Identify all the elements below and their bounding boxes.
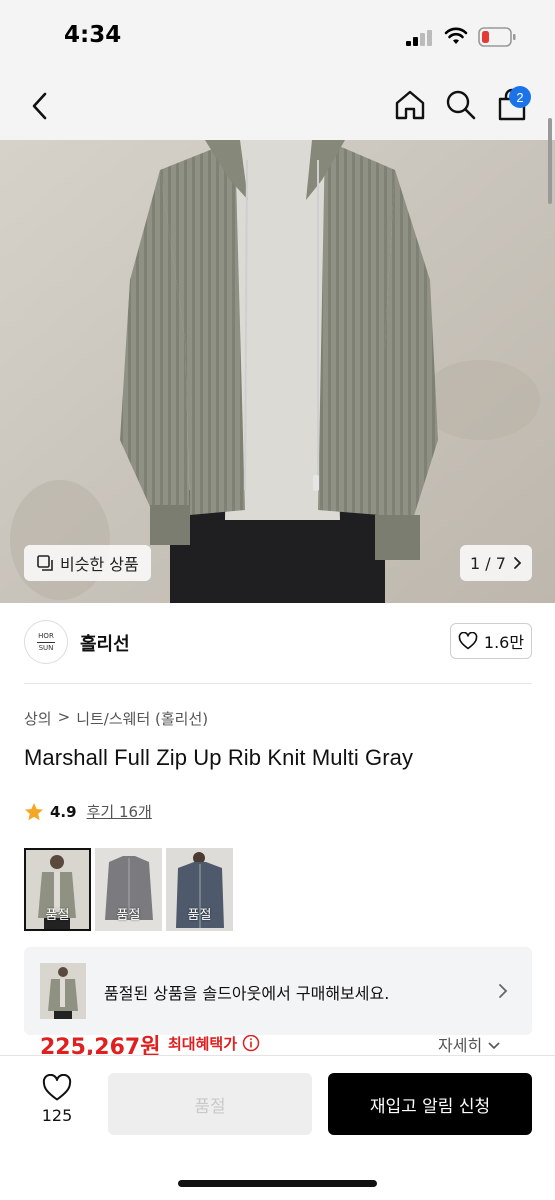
brand-logo-top-text: HOR bbox=[38, 631, 54, 640]
home-icon[interactable] bbox=[393, 88, 427, 122]
brand-logo-divider bbox=[37, 641, 55, 643]
banner-text: 품절된 상품을 솔드아웃에서 구매해보세요. bbox=[104, 984, 390, 1003]
breadcrumb-subcategory[interactable]: 니트/스웨터 (홀리선) bbox=[76, 708, 208, 729]
rating-score: 4.9 bbox=[50, 802, 77, 821]
back-arrow-icon[interactable] bbox=[26, 90, 54, 122]
thumbnail-soldout-label: 품절 bbox=[187, 908, 212, 923]
banner-product-image bbox=[40, 963, 86, 1019]
breadcrumb-category[interactable]: 상의 bbox=[24, 708, 52, 729]
price-detail-toggle[interactable]: 자세히 bbox=[438, 1035, 501, 1055]
info-icon bbox=[243, 1035, 260, 1052]
star-icon bbox=[25, 802, 43, 820]
thumbnail-soldout-label: 품절 bbox=[45, 908, 70, 923]
max-benefit-label[interactable]: 최대혜택가 bbox=[168, 1035, 260, 1054]
heart-outline-icon bbox=[42, 1074, 72, 1101]
top-nav-bar bbox=[0, 72, 555, 140]
color-option-thumbnail[interactable]: 품절 bbox=[166, 848, 233, 931]
scrollbar[interactable] bbox=[548, 118, 552, 204]
color-option-thumbnail[interactable]: 품절 bbox=[95, 848, 162, 931]
status-time: 4:34 bbox=[64, 22, 122, 48]
price-detail-label: 자세히 bbox=[438, 1036, 483, 1055]
max-benefit-text: 최대혜택가 bbox=[168, 1035, 238, 1053]
thumbnail-soldout-label: 품절 bbox=[116, 908, 141, 923]
color-option-thumbnail[interactable]: 품절 bbox=[24, 848, 91, 931]
brand-like-button[interactable]: 1.6만 bbox=[450, 623, 532, 659]
product-title: Marshall Full Zip Up Rib Knit Multi Gray bbox=[24, 745, 414, 770]
status-bar: 4:34 bbox=[0, 0, 555, 72]
product-rating: 4.9 후기 16개 bbox=[24, 801, 152, 822]
soldout-button: 품절 bbox=[108, 1073, 312, 1135]
home-indicator bbox=[178, 1180, 377, 1187]
brand-logo[interactable]: HOR SUN bbox=[24, 620, 68, 664]
color-option-thumbnails: 품절 품절 품절 bbox=[24, 848, 233, 931]
section-divider bbox=[24, 683, 532, 684]
restock-alert-button[interactable]: 재입고 알림 신청 bbox=[328, 1073, 532, 1135]
price-row: 225,267원 최대혜택가 자세히 bbox=[0, 1035, 555, 1055]
brand-name[interactable]: 홀리선 bbox=[80, 630, 130, 656]
chevron-down-icon bbox=[488, 1042, 500, 1050]
image-page-text: 1 / 7 bbox=[470, 553, 506, 573]
cart-count-badge: 2 bbox=[509, 86, 531, 108]
product-photo bbox=[0, 140, 555, 603]
favorite-button[interactable]: 125 bbox=[36, 1074, 78, 1125]
chevron-right-icon bbox=[499, 984, 508, 998]
similar-items-icon bbox=[37, 555, 53, 571]
search-icon[interactable] bbox=[444, 88, 478, 122]
review-count-link[interactable]: 후기 16개 bbox=[87, 801, 152, 822]
cellular-signal-icon bbox=[406, 30, 434, 46]
breadcrumb-separator: > bbox=[57, 708, 71, 726]
heart-outline-icon bbox=[458, 632, 478, 650]
product-hero-image[interactable] bbox=[0, 140, 555, 603]
brand-logo-bottom-text: SUN bbox=[38, 643, 54, 652]
bottom-action-bar: 125 품절 재입고 알림 신청 bbox=[0, 1055, 555, 1200]
breadcrumb: 상의 > 니트/스웨터 (홀리선) bbox=[24, 708, 208, 729]
chevron-right-icon bbox=[514, 557, 522, 569]
wifi-icon bbox=[444, 27, 468, 44]
battery-low-icon bbox=[478, 27, 516, 47]
soldout-marketplace-banner[interactable]: 품절된 상품을 솔드아웃에서 구매해보세요. bbox=[24, 947, 532, 1035]
image-page-counter[interactable]: 1 / 7 bbox=[460, 545, 532, 581]
brand-like-count: 1.6만 bbox=[483, 633, 525, 652]
similar-products-label: 비슷한 상품 bbox=[60, 555, 139, 574]
product-price: 225,267원 bbox=[40, 1035, 161, 1055]
similar-products-button[interactable]: 비슷한 상품 bbox=[24, 545, 151, 581]
favorite-count: 125 bbox=[41, 1106, 73, 1125]
